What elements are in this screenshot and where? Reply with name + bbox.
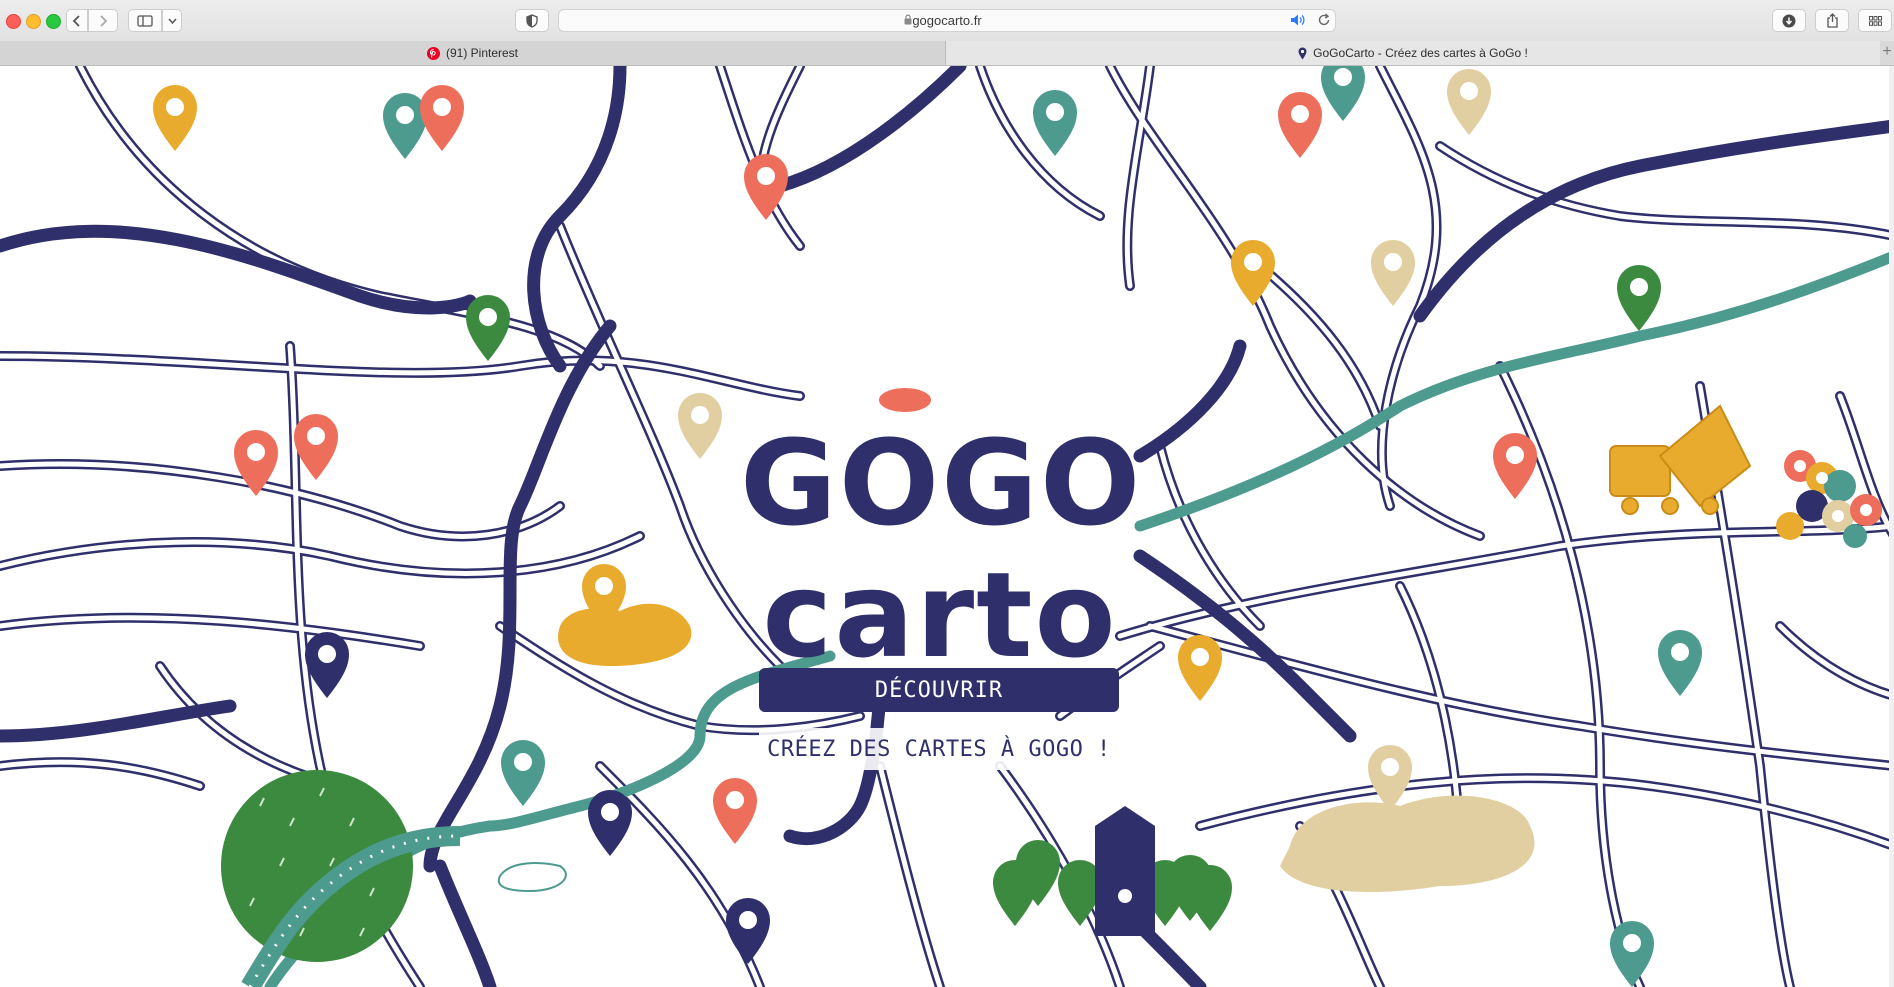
sidebar-menu-button[interactable] <box>162 9 182 32</box>
logo-title-top: GOGO <box>740 414 1143 552</box>
chevron-left-icon <box>72 14 80 27</box>
sidebar-toggle-button[interactable] <box>128 9 162 32</box>
forward-button[interactable] <box>88 9 118 32</box>
tab-bar: (91) Pinterest GoGoCarto - Créez des car… <box>0 41 1894 66</box>
url-text: gogocarto.fr <box>912 13 982 28</box>
share-button[interactable] <box>1815 9 1849 32</box>
minimize-window-button[interactable] <box>26 14 41 29</box>
new-tab-button[interactable]: + <box>1880 41 1894 65</box>
pinterest-icon <box>426 46 440 60</box>
truck-illustration <box>1609 404 1752 515</box>
lock-icon <box>904 14 912 25</box>
download-icon <box>1782 14 1796 27</box>
close-window-button[interactable] <box>6 14 21 29</box>
tagline: CRÉEZ DES CARTES À GOGO ! <box>759 728 1119 770</box>
grid-icon <box>1868 15 1882 26</box>
tab-pinterest[interactable]: (91) Pinterest <box>0 41 946 65</box>
sidebar-icon <box>137 14 153 27</box>
chevron-down-icon <box>167 18 177 24</box>
tab-title: GoGoCarto - Créez des cartes à GoGo ! <box>1313 46 1528 60</box>
speaker-icon[interactable] <box>1290 13 1306 27</box>
shield-icon <box>526 13 538 28</box>
chevron-right-icon <box>100 14 108 27</box>
gogocarto-logo: GOGO carto <box>740 366 1140 706</box>
browser-toolbar: gogocarto.fr <box>0 0 1894 42</box>
forest-illustration <box>221 770 461 987</box>
tab-gogocarto[interactable]: GoGoCarto - Créez des cartes à GoGo ! <box>946 41 1880 65</box>
downloads-button[interactable] <box>1772 9 1806 32</box>
share-icon <box>1826 13 1838 28</box>
zoom-window-button[interactable] <box>46 14 61 29</box>
address-bar[interactable]: gogocarto.fr <box>558 9 1336 32</box>
reload-icon[interactable] <box>1317 13 1331 27</box>
map-pin-icon <box>1298 47 1307 59</box>
logo-title-bottom: carto <box>762 546 1118 684</box>
back-button[interactable] <box>66 9 88 32</box>
page-content: GOGO carto DÉCOUVRIR CRÉEZ DES CARTES À … <box>0 66 1894 987</box>
scrollbar[interactable] <box>1889 66 1894 987</box>
tab-overview-button[interactable] <box>1858 9 1892 32</box>
tab-title: (91) Pinterest <box>445 46 519 60</box>
discover-button[interactable]: DÉCOUVRIR <box>759 668 1119 712</box>
privacy-report-button[interactable] <box>515 9 549 32</box>
